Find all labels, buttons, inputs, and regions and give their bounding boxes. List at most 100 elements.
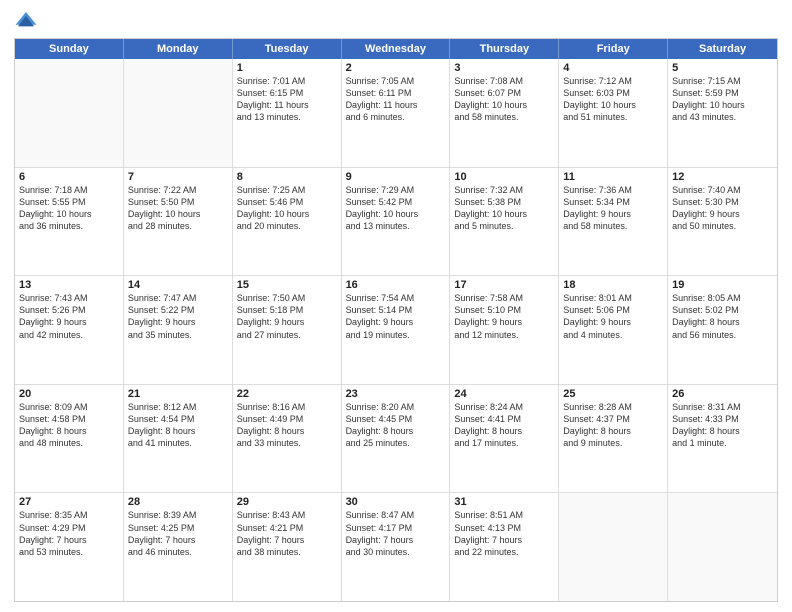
day-cell-26: 26Sunrise: 8:31 AM Sunset: 4:33 PM Dayli… [668, 385, 777, 493]
page: SundayMondayTuesdayWednesdayThursdayFrid… [0, 0, 792, 612]
day-cell-29: 29Sunrise: 8:43 AM Sunset: 4:21 PM Dayli… [233, 493, 342, 601]
day-number: 17 [454, 279, 554, 291]
cell-details: Sunrise: 8:47 AM Sunset: 4:17 PM Dayligh… [346, 509, 446, 558]
day-number: 16 [346, 279, 446, 291]
day-cell-4: 4Sunrise: 7:12 AM Sunset: 6:03 PM Daylig… [559, 59, 668, 167]
day-number: 25 [563, 388, 663, 400]
empty-cell [15, 59, 124, 167]
cell-details: Sunrise: 8:24 AM Sunset: 4:41 PM Dayligh… [454, 401, 554, 450]
day-cell-27: 27Sunrise: 8:35 AM Sunset: 4:29 PM Dayli… [15, 493, 124, 601]
cell-details: Sunrise: 8:51 AM Sunset: 4:13 PM Dayligh… [454, 509, 554, 558]
logo-icon [14, 10, 38, 30]
header-day-sunday: Sunday [15, 39, 124, 59]
calendar-row-3: 20Sunrise: 8:09 AM Sunset: 4:58 PM Dayli… [15, 385, 777, 494]
calendar-body: 1Sunrise: 7:01 AM Sunset: 6:15 PM Daylig… [15, 59, 777, 601]
calendar-row-2: 13Sunrise: 7:43 AM Sunset: 5:26 PM Dayli… [15, 276, 777, 385]
cell-details: Sunrise: 7:47 AM Sunset: 5:22 PM Dayligh… [128, 292, 228, 341]
cell-details: Sunrise: 7:40 AM Sunset: 5:30 PM Dayligh… [672, 184, 773, 233]
cell-details: Sunrise: 7:01 AM Sunset: 6:15 PM Dayligh… [237, 75, 337, 124]
header-day-friday: Friday [559, 39, 668, 59]
header-day-thursday: Thursday [450, 39, 559, 59]
day-number: 26 [672, 388, 773, 400]
day-number: 10 [454, 171, 554, 183]
day-cell-31: 31Sunrise: 8:51 AM Sunset: 4:13 PM Dayli… [450, 493, 559, 601]
header-day-wednesday: Wednesday [342, 39, 451, 59]
day-number: 12 [672, 171, 773, 183]
day-cell-15: 15Sunrise: 7:50 AM Sunset: 5:18 PM Dayli… [233, 276, 342, 384]
header-day-tuesday: Tuesday [233, 39, 342, 59]
day-cell-2: 2Sunrise: 7:05 AM Sunset: 6:11 PM Daylig… [342, 59, 451, 167]
day-number: 9 [346, 171, 446, 183]
day-number: 29 [237, 496, 337, 508]
cell-details: Sunrise: 7:36 AM Sunset: 5:34 PM Dayligh… [563, 184, 663, 233]
day-number: 18 [563, 279, 663, 291]
day-number: 11 [563, 171, 663, 183]
day-number: 7 [128, 171, 228, 183]
cell-details: Sunrise: 7:43 AM Sunset: 5:26 PM Dayligh… [19, 292, 119, 341]
cell-details: Sunrise: 8:16 AM Sunset: 4:49 PM Dayligh… [237, 401, 337, 450]
day-number: 13 [19, 279, 119, 291]
day-cell-25: 25Sunrise: 8:28 AM Sunset: 4:37 PM Dayli… [559, 385, 668, 493]
day-cell-10: 10Sunrise: 7:32 AM Sunset: 5:38 PM Dayli… [450, 168, 559, 276]
cell-details: Sunrise: 7:22 AM Sunset: 5:50 PM Dayligh… [128, 184, 228, 233]
day-number: 30 [346, 496, 446, 508]
day-number: 23 [346, 388, 446, 400]
day-cell-22: 22Sunrise: 8:16 AM Sunset: 4:49 PM Dayli… [233, 385, 342, 493]
cell-details: Sunrise: 8:05 AM Sunset: 5:02 PM Dayligh… [672, 292, 773, 341]
day-number: 3 [454, 62, 554, 74]
cell-details: Sunrise: 7:18 AM Sunset: 5:55 PM Dayligh… [19, 184, 119, 233]
calendar-header: SundayMondayTuesdayWednesdayThursdayFrid… [15, 39, 777, 59]
day-number: 5 [672, 62, 773, 74]
day-cell-24: 24Sunrise: 8:24 AM Sunset: 4:41 PM Dayli… [450, 385, 559, 493]
cell-details: Sunrise: 8:35 AM Sunset: 4:29 PM Dayligh… [19, 509, 119, 558]
empty-cell [559, 493, 668, 601]
day-cell-21: 21Sunrise: 8:12 AM Sunset: 4:54 PM Dayli… [124, 385, 233, 493]
calendar: SundayMondayTuesdayWednesdayThursdayFrid… [14, 38, 778, 602]
day-number: 14 [128, 279, 228, 291]
calendar-row-0: 1Sunrise: 7:01 AM Sunset: 6:15 PM Daylig… [15, 59, 777, 168]
header-day-monday: Monday [124, 39, 233, 59]
header-day-saturday: Saturday [668, 39, 777, 59]
day-number: 28 [128, 496, 228, 508]
calendar-row-4: 27Sunrise: 8:35 AM Sunset: 4:29 PM Dayli… [15, 493, 777, 601]
empty-cell [668, 493, 777, 601]
day-number: 8 [237, 171, 337, 183]
day-cell-7: 7Sunrise: 7:22 AM Sunset: 5:50 PM Daylig… [124, 168, 233, 276]
cell-details: Sunrise: 7:32 AM Sunset: 5:38 PM Dayligh… [454, 184, 554, 233]
cell-details: Sunrise: 8:01 AM Sunset: 5:06 PM Dayligh… [563, 292, 663, 341]
cell-details: Sunrise: 8:28 AM Sunset: 4:37 PM Dayligh… [563, 401, 663, 450]
cell-details: Sunrise: 8:12 AM Sunset: 4:54 PM Dayligh… [128, 401, 228, 450]
cell-details: Sunrise: 8:20 AM Sunset: 4:45 PM Dayligh… [346, 401, 446, 450]
day-cell-11: 11Sunrise: 7:36 AM Sunset: 5:34 PM Dayli… [559, 168, 668, 276]
calendar-row-1: 6Sunrise: 7:18 AM Sunset: 5:55 PM Daylig… [15, 168, 777, 277]
day-number: 1 [237, 62, 337, 74]
empty-cell [124, 59, 233, 167]
cell-details: Sunrise: 7:12 AM Sunset: 6:03 PM Dayligh… [563, 75, 663, 124]
day-cell-19: 19Sunrise: 8:05 AM Sunset: 5:02 PM Dayli… [668, 276, 777, 384]
day-number: 22 [237, 388, 337, 400]
day-number: 19 [672, 279, 773, 291]
day-cell-6: 6Sunrise: 7:18 AM Sunset: 5:55 PM Daylig… [15, 168, 124, 276]
day-number: 2 [346, 62, 446, 74]
day-cell-12: 12Sunrise: 7:40 AM Sunset: 5:30 PM Dayli… [668, 168, 777, 276]
cell-details: Sunrise: 7:25 AM Sunset: 5:46 PM Dayligh… [237, 184, 337, 233]
day-cell-5: 5Sunrise: 7:15 AM Sunset: 5:59 PM Daylig… [668, 59, 777, 167]
day-cell-28: 28Sunrise: 8:39 AM Sunset: 4:25 PM Dayli… [124, 493, 233, 601]
cell-details: Sunrise: 8:31 AM Sunset: 4:33 PM Dayligh… [672, 401, 773, 450]
header [14, 10, 778, 30]
cell-details: Sunrise: 7:50 AM Sunset: 5:18 PM Dayligh… [237, 292, 337, 341]
day-cell-9: 9Sunrise: 7:29 AM Sunset: 5:42 PM Daylig… [342, 168, 451, 276]
cell-details: Sunrise: 8:39 AM Sunset: 4:25 PM Dayligh… [128, 509, 228, 558]
day-number: 31 [454, 496, 554, 508]
day-number: 15 [237, 279, 337, 291]
day-cell-16: 16Sunrise: 7:54 AM Sunset: 5:14 PM Dayli… [342, 276, 451, 384]
day-cell-23: 23Sunrise: 8:20 AM Sunset: 4:45 PM Dayli… [342, 385, 451, 493]
day-cell-17: 17Sunrise: 7:58 AM Sunset: 5:10 PM Dayli… [450, 276, 559, 384]
cell-details: Sunrise: 7:54 AM Sunset: 5:14 PM Dayligh… [346, 292, 446, 341]
cell-details: Sunrise: 7:05 AM Sunset: 6:11 PM Dayligh… [346, 75, 446, 124]
day-cell-13: 13Sunrise: 7:43 AM Sunset: 5:26 PM Dayli… [15, 276, 124, 384]
logo [14, 10, 42, 30]
day-cell-20: 20Sunrise: 8:09 AM Sunset: 4:58 PM Dayli… [15, 385, 124, 493]
cell-details: Sunrise: 7:58 AM Sunset: 5:10 PM Dayligh… [454, 292, 554, 341]
day-cell-14: 14Sunrise: 7:47 AM Sunset: 5:22 PM Dayli… [124, 276, 233, 384]
